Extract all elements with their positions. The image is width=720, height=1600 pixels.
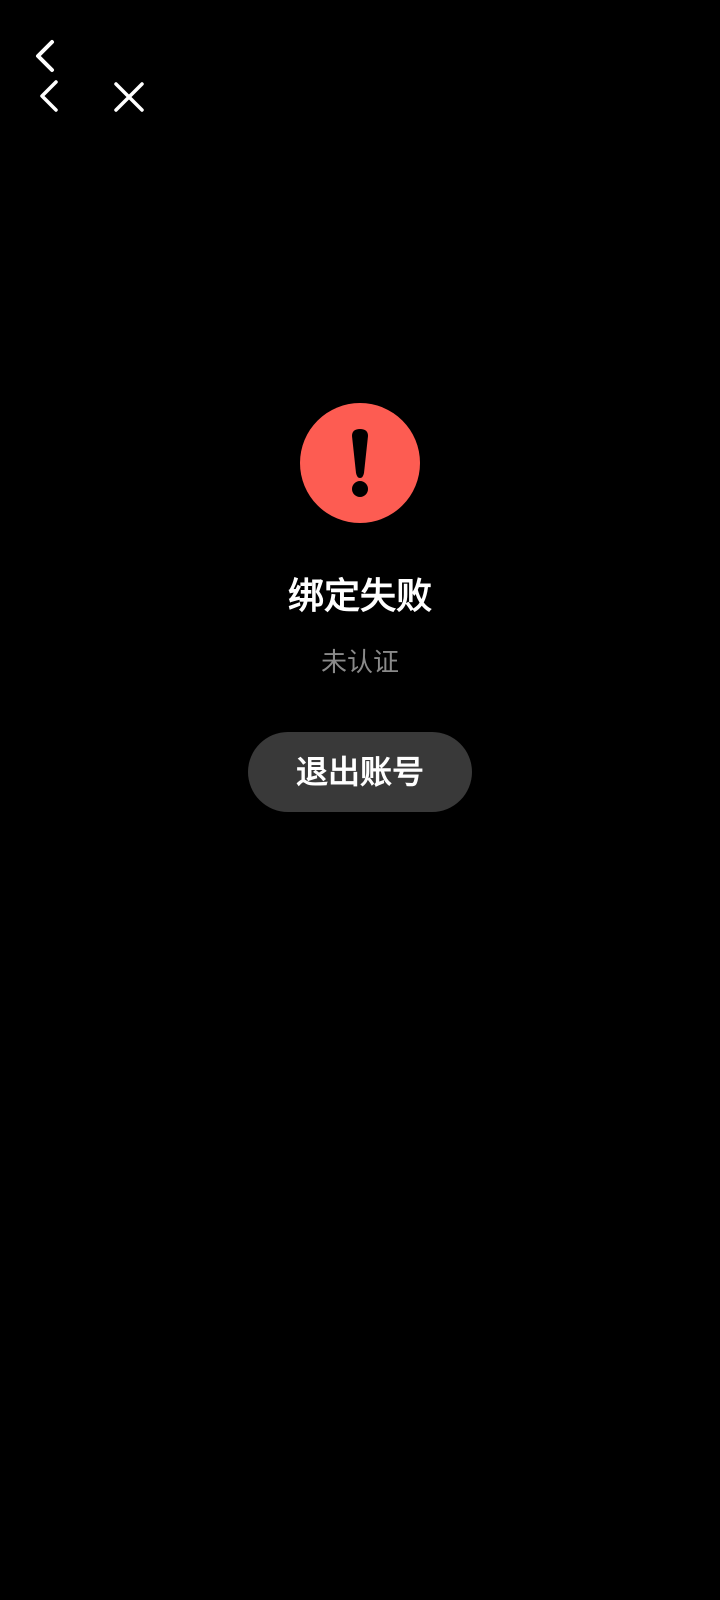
chevron-left-icon[interactable] — [30, 38, 60, 74]
logout-button[interactable]: 退出账号 — [248, 732, 472, 812]
result-title: 绑定失败 — [287, 576, 432, 617]
bind-failed-screen: 绑定失败 未认证 退出账号 — [0, 0, 720, 1600]
result-subtitle: 未认证 — [320, 648, 399, 678]
close-icon[interactable] — [112, 80, 146, 114]
back-icon[interactable] — [34, 78, 64, 114]
alert-exclamation-icon — [300, 403, 420, 523]
